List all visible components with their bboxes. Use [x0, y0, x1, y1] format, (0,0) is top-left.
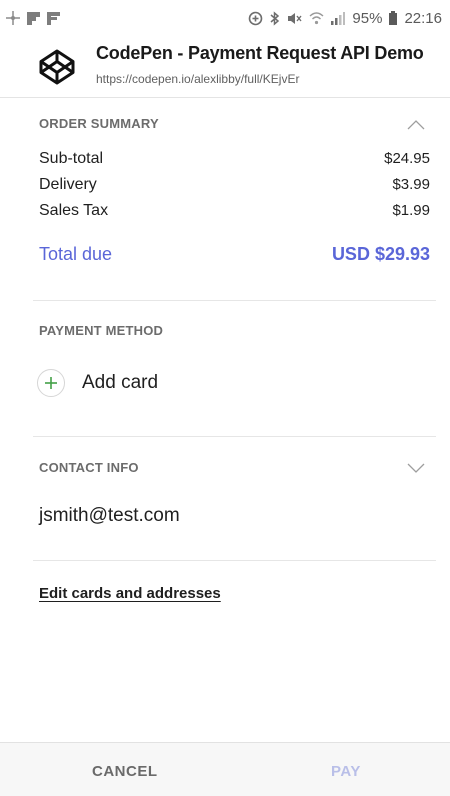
order-item-label: Sales Tax: [39, 202, 109, 219]
total-due-row: Total due USD $29.93: [39, 244, 430, 265]
page-title: CodePen - Payment Request API Demo: [96, 43, 424, 63]
battery-percent: 95%: [352, 9, 383, 27]
flipboard-alt-icon: [47, 11, 60, 25]
bluetooth-icon: [270, 10, 280, 26]
order-item-label: Sub-total: [39, 150, 104, 167]
order-item-label: Delivery: [39, 176, 97, 193]
add-card-label: Add card: [82, 372, 159, 393]
order-item-row: Delivery $3.99: [39, 176, 430, 194]
clock: 22:16: [404, 9, 442, 27]
cancel-button[interactable]: CANCEL: [92, 763, 158, 780]
divider: [33, 436, 436, 437]
divider: [33, 560, 436, 561]
app-header: CodePen - Payment Request API Demo https…: [0, 36, 450, 98]
divider: [33, 300, 436, 301]
chevron-up-icon[interactable]: [406, 118, 426, 130]
page-url: https://codepen.io/alexlibby/full/KEjvEr: [96, 72, 300, 86]
plus-icon: [37, 369, 65, 397]
wifi-icon: [309, 11, 324, 25]
order-item-amount: $1.99: [392, 202, 430, 219]
order-item-row: Sales Tax $1.99: [39, 202, 430, 220]
status-bar-right: 95% 22:16: [248, 10, 442, 27]
contact-email[interactable]: jsmith@test.com: [39, 505, 180, 527]
action-bar: CANCEL PAY: [0, 742, 450, 796]
contact-info-heading: CONTACT INFO: [39, 460, 139, 475]
total-due-label: Total due: [39, 244, 113, 264]
order-item-amount: $3.99: [392, 176, 430, 193]
battery-icon: [389, 11, 398, 25]
order-item-row: Sub-total $24.95: [39, 150, 430, 168]
data-saver-icon: [248, 11, 263, 26]
order-item-amount: $24.95: [384, 150, 430, 167]
flipboard-icon: [27, 11, 40, 25]
total-due-amount: USD $29.93: [331, 244, 430, 264]
status-bar-left: [6, 11, 60, 25]
payment-method-heading: PAYMENT METHOD: [39, 323, 164, 338]
mute-icon: [287, 11, 302, 26]
codepen-logo-icon: [38, 48, 76, 86]
order-summary-heading: ORDER SUMMARY: [39, 116, 159, 131]
add-card-button[interactable]: Add card: [37, 369, 158, 397]
edit-cards-and-addresses-link[interactable]: Edit cards and addresses: [39, 585, 221, 602]
status-bar: 95% 22:16: [0, 0, 450, 36]
payment-sheet: ORDER SUMMARY Sub-total $24.95 Delivery …: [0, 98, 450, 742]
pay-button[interactable]: PAY: [331, 763, 361, 780]
signal-icon: [331, 11, 346, 25]
chevron-down-icon[interactable]: [406, 461, 426, 473]
sync-icon: [6, 11, 20, 25]
